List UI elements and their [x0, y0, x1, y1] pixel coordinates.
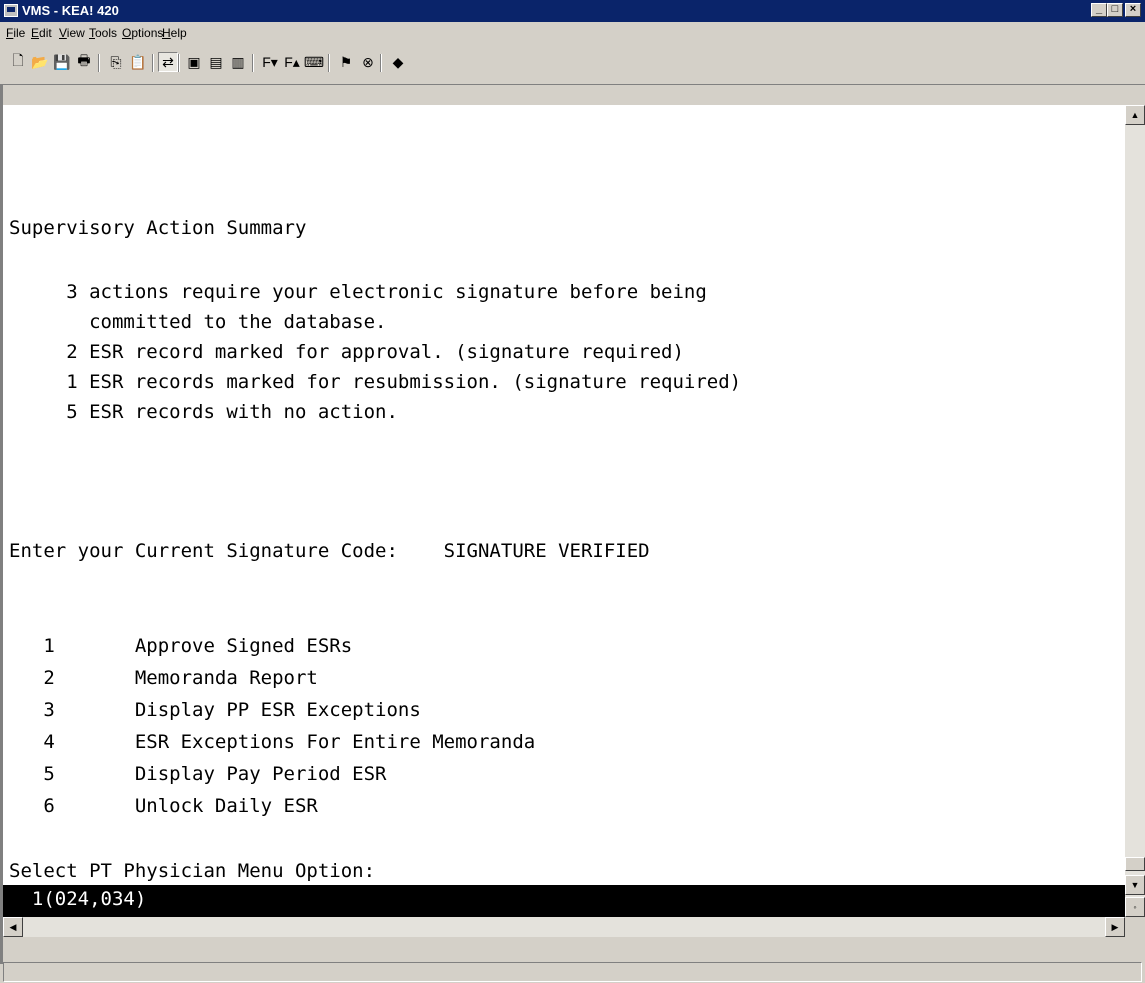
terminal-screen[interactable]: Supervisory Action Summary 3 actions req…	[3, 105, 1125, 917]
summary-line: 3 actions require your electronic signat…	[9, 281, 707, 303]
close-session-icon[interactable]: ▥	[228, 52, 248, 72]
toolbar-separator	[152, 54, 154, 72]
menu-help[interactable]: Help	[162, 26, 187, 40]
open-session-icon[interactable]: ▤	[206, 52, 226, 72]
scroll-right-button[interactable]: ▶	[1105, 917, 1125, 937]
menu-option-5[interactable]: 5 Display Pay Period ESR	[9, 763, 386, 785]
horizontal-scrollbar[interactable]: ◀ ▶	[3, 917, 1125, 937]
screen-heading: Supervisory Action Summary	[9, 217, 307, 239]
menu-file[interactable]: File	[6, 26, 25, 40]
toolbar-separator	[380, 54, 382, 72]
window-title: VMS - KEA! 420	[22, 3, 119, 18]
keyboard-icon[interactable]: ⌨	[304, 52, 324, 72]
input-text[interactable]: 1(024,034)	[9, 888, 146, 910]
copy-icon[interactable]: ⎘	[106, 52, 126, 72]
connect-icon[interactable]: ⇄	[158, 52, 178, 72]
title-bar: VMS - KEA! 420 _ □ ×	[0, 0, 1145, 22]
menu-tools[interactable]: Tools	[89, 26, 117, 40]
toolbar: 🗋 📂 💾 🖶 ⎘ 📋 ⇄ ▣ ▤ ▥ F▾ F▴ ⌨ ⚑ ⊗ ◆	[0, 44, 1145, 85]
scroll-down-button[interactable]: ▼	[1125, 875, 1145, 895]
font-larger-icon[interactable]: F▴	[282, 52, 302, 72]
menu-option-6[interactable]: 6 Unlock Daily ESR	[9, 795, 318, 817]
traffic-light-icon[interactable]: ⚑	[336, 52, 356, 72]
menu-option-1[interactable]: 1 Approve Signed ESRs	[9, 635, 352, 657]
vertical-scrollbar[interactable]: ▲ ▼ ◦	[1125, 105, 1145, 917]
print-icon[interactable]: 🖶	[74, 52, 94, 72]
new-document-icon[interactable]: 🗋	[8, 52, 28, 72]
session-icon[interactable]: ▣	[184, 52, 204, 72]
menu-option-3[interactable]: 3 Display PP ESR Exceptions	[9, 699, 421, 721]
close-button[interactable]: ×	[1125, 3, 1141, 17]
font-smaller-icon[interactable]: F▾	[260, 52, 280, 72]
menu-option-2[interactable]: 2 Memoranda Report	[9, 667, 318, 689]
status-bar	[3, 962, 1142, 982]
menu-option-4[interactable]: 4 ESR Exceptions For Entire Memoranda	[9, 731, 535, 753]
toolbar-separator	[252, 54, 254, 72]
maximize-button[interactable]: □	[1107, 3, 1123, 17]
help-book-icon[interactable]: ◆	[388, 52, 408, 72]
signature-prompt: Enter your Current Signature Code: SIGNA…	[9, 540, 650, 562]
menu-bar: File Edit View Tools Options Help	[0, 22, 1145, 44]
command-input-line[interactable]: 1(024,034)	[3, 885, 1125, 917]
toolbar-separator	[328, 54, 330, 72]
paste-icon[interactable]: 📋	[128, 52, 148, 72]
summary-line: 1 ESR records marked for resubmission. (…	[9, 371, 742, 393]
scroll-thumb[interactable]	[1125, 857, 1145, 871]
menu-view[interactable]: View	[59, 26, 85, 40]
scroll-up-button[interactable]: ▲	[1125, 105, 1145, 125]
summary-line: committed to the database.	[9, 311, 387, 333]
minimize-button[interactable]: _	[1091, 3, 1107, 17]
stop-icon[interactable]: ⊗	[358, 52, 378, 72]
menu-options[interactable]: Options	[122, 26, 163, 40]
toolbar-separator	[98, 54, 100, 72]
summary-line: 2 ESR record marked for approval. (signa…	[9, 341, 684, 363]
page-scroll-button[interactable]: ◦	[1125, 897, 1145, 917]
open-folder-icon[interactable]: 📂	[30, 52, 50, 72]
scroll-left-button[interactable]: ◀	[3, 917, 23, 937]
select-prompt: Select PT Physician Menu Option:	[9, 860, 376, 882]
save-icon[interactable]: 💾	[52, 52, 72, 72]
menu-edit[interactable]: Edit	[31, 26, 52, 40]
summary-line: 5 ESR records with no action.	[9, 401, 398, 423]
toolbar-separator	[178, 54, 180, 72]
terminal-app-icon[interactable]	[4, 4, 18, 17]
